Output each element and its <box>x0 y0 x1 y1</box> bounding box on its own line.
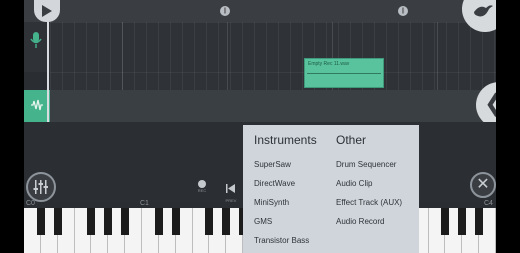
fruit-logo-icon <box>474 5 493 17</box>
previous-button[interactable]: PREV <box>224 180 238 203</box>
piano-black-key[interactable] <box>87 208 96 235</box>
other-column: Other Drum Sequencer Audio Clip Effect T… <box>336 133 402 231</box>
play-button[interactable] <box>34 0 60 22</box>
octave-label: C4 <box>484 200 493 207</box>
piano-black-key[interactable] <box>222 208 231 235</box>
menu-item-gms[interactable]: GMS <box>254 212 317 231</box>
piano-black-key[interactable] <box>458 208 467 235</box>
loop-marker[interactable]: || <box>398 6 408 16</box>
menu-item-audio-record[interactable]: Audio Record <box>336 212 402 231</box>
audio-clip[interactable]: Empty Rec 11.wav <box>304 58 384 88</box>
other-header: Other <box>336 133 367 147</box>
piano-black-key[interactable] <box>441 208 450 235</box>
close-icon: ✕ <box>476 176 490 193</box>
piano-black-key[interactable] <box>475 208 484 235</box>
daw-screen: || || Empty Rec 11.wav ❮ <box>24 0 496 253</box>
loop-marker[interactable]: || <box>220 6 230 16</box>
menu-item-supersaw[interactable]: SuperSaw <box>254 155 317 174</box>
piano-black-key[interactable] <box>205 208 214 235</box>
audio-track-lane[interactable] <box>50 90 496 122</box>
add-track-menu: Instruments SuperSaw DirectWave MiniSynt… <box>243 125 419 253</box>
chevron-left-icon: ❮ <box>484 90 496 118</box>
instruments-column: Instruments SuperSaw DirectWave MiniSynt… <box>254 133 317 250</box>
menu-item-effect-track[interactable]: Effect Track (AUX) <box>336 193 402 212</box>
record-button[interactable]: REC <box>196 180 208 196</box>
piano-black-key[interactable] <box>36 208 45 235</box>
record-icon <box>198 180 206 188</box>
clip-waveform <box>307 73 381 74</box>
timeline-ruler[interactable] <box>24 0 496 23</box>
previous-label: PREV <box>225 198 237 203</box>
close-button[interactable]: ✕ <box>470 172 496 198</box>
skip-back-icon <box>226 184 235 193</box>
microphone-icon <box>30 32 42 48</box>
clip-label: Empty Rec 11.wav <box>308 61 350 67</box>
octave-label: C1 <box>140 200 149 207</box>
mixer-button[interactable] <box>26 172 56 202</box>
piano-black-key[interactable] <box>171 208 180 235</box>
piano-black-key[interactable] <box>154 208 163 235</box>
menu-item-drum-sequencer[interactable]: Drum Sequencer <box>336 155 402 174</box>
menu-item-audio-clip[interactable]: Audio Clip <box>336 174 402 193</box>
waveform-icon <box>31 99 43 111</box>
menu-item-minisynth[interactable]: MiniSynth <box>254 193 317 212</box>
record-label: REC <box>197 188 207 193</box>
play-icon <box>42 5 52 17</box>
octave-label: C0 <box>26 200 35 207</box>
menu-item-directwave[interactable]: DirectWave <box>254 174 317 193</box>
instruments-header: Instruments <box>254 133 317 147</box>
piano-black-key[interactable] <box>104 208 113 235</box>
piano-black-key[interactable] <box>121 208 130 235</box>
piano-black-key[interactable] <box>53 208 62 235</box>
mixer-sliders-icon <box>33 180 48 194</box>
menu-item-transistor-bass[interactable]: Transistor Bass <box>254 231 317 250</box>
